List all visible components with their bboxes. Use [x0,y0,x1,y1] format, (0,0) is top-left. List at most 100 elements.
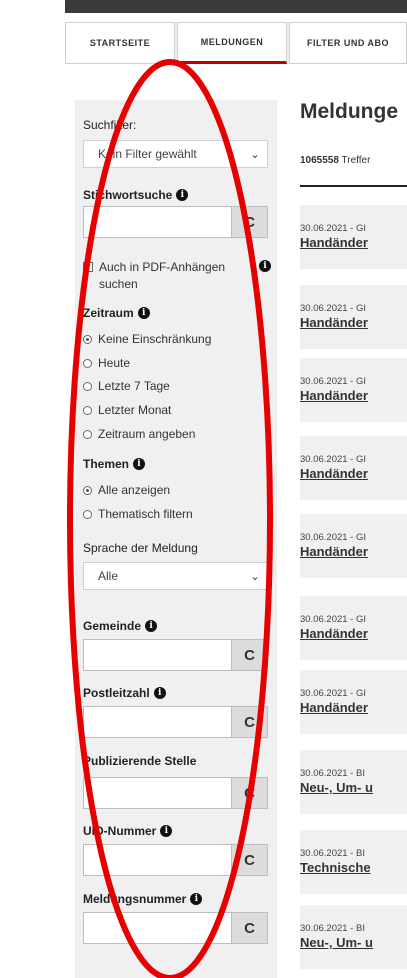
pdf-attachments-label: Auch in PDF-Anhängen [99,260,226,274]
reset-button[interactable]: C [232,206,268,238]
result-card[interactable]: 30.06.2021 - GI Handänder [300,670,407,734]
radio-icon[interactable] [83,509,92,519]
msgnr-heading: Meldungsnummer i [83,892,203,906]
result-date: 30.06.2021 - GI [300,688,367,699]
result-card[interactable]: 30.06.2021 - BI Neu-, Um- u [300,905,407,969]
radio-icon[interactable] [83,358,92,368]
reset-button[interactable]: C [232,706,268,738]
result-title-link[interactable]: Handänder [300,700,368,715]
top-bar [65,0,407,13]
result-title-link[interactable]: Handänder [300,466,368,481]
result-date: 30.06.2021 - GI [300,614,367,625]
option-label: Zeitraum angeben [98,427,196,441]
themen-label: Themen [83,457,130,471]
option-label: Letzter Monat [98,403,172,417]
result-date: 30.06.2021 - BI [300,848,365,859]
info-icon[interactable]: i [133,458,146,470]
hits-count: 1065558 [300,155,339,166]
plz-heading: Postleitzahl i [83,686,166,700]
result-title-link[interactable]: Neu-, Um- u [300,935,373,950]
info-icon[interactable]: i [145,620,158,632]
reset-button[interactable]: C [232,844,268,876]
option-label: Heute [98,356,131,370]
result-title-link[interactable]: Handänder [300,235,368,250]
keyword-search-input[interactable] [83,206,232,238]
info-icon[interactable]: i [153,687,166,699]
result-title-link[interactable]: Handänder [300,544,368,559]
result-card[interactable]: 30.06.2021 - BI Technische [300,830,407,894]
result-card[interactable]: 30.06.2021 - GI Handänder [300,358,407,422]
zeitraum-option-monat[interactable]: Letzter Monat [83,403,171,417]
gemeinde-input[interactable] [83,639,232,671]
result-card[interactable]: 30.06.2021 - GI Handänder [300,514,407,578]
filter-sidebar: Suchfilter: Kein Filter gewählt ⌄ Stichw… [75,100,277,978]
result-date: 30.06.2021 - GI [300,376,367,387]
tab-meldungen[interactable]: MELDUNGEN [177,22,287,64]
radio-icon[interactable] [83,429,92,439]
uid-label: UID-Nummer [83,824,157,838]
radio-selected-icon[interactable] [83,485,92,495]
zeitraum-option-keine[interactable]: Keine Einschränkung [83,332,211,346]
radio-icon[interactable] [83,405,92,415]
info-icon[interactable]: i [190,893,203,905]
page-title: Meldunge [300,100,398,123]
reset-button[interactable]: C [232,912,268,944]
result-title-link[interactable]: Handänder [300,315,368,330]
zeitraum-option-heute[interactable]: Heute [83,356,130,370]
result-card[interactable]: 30.06.2021 - GI Handänder [300,596,407,660]
zeitraum-heading: Zeitraum i [83,306,150,320]
themen-option-alle[interactable]: Alle anzeigen [83,483,170,497]
info-icon[interactable]: i [176,189,189,201]
info-icon[interactable]: i [259,260,271,272]
uid-row: C [83,844,268,876]
gemeinde-label: Gemeinde [83,619,142,633]
uid-input[interactable] [83,844,232,876]
chevron-down-icon: ⌄ [250,148,260,161]
publisher-input[interactable] [83,777,232,809]
reset-button[interactable]: C [232,777,268,809]
search-filter-label: Suchfilter: [83,118,137,132]
msgnr-input[interactable] [83,912,232,944]
result-card[interactable]: 30.06.2021 - GI Handänder [300,205,407,269]
result-card[interactable]: 30.06.2021 - GI Handänder [300,285,407,349]
result-date: 30.06.2021 - GI [300,532,367,543]
msgnr-row: C [83,912,268,944]
plz-input[interactable] [83,706,232,738]
pdf-attachments-checkbox-row[interactable]: Auch in PDF-Anhängen [83,260,225,274]
main-tab-bar: STARTSEITE MELDUNGEN FILTER UND ABO [65,22,407,64]
zeitraum-option-angeben[interactable]: Zeitraum angeben [83,427,195,441]
info-icon[interactable]: i [160,825,173,837]
reset-button[interactable]: C [232,639,268,671]
uid-heading: UID-Nummer i [83,824,173,838]
tab-filter-und-abo[interactable]: FILTER UND ABO [289,22,407,64]
gemeinde-row: C [83,639,268,671]
result-title-link[interactable]: Neu-, Um- u [300,780,373,795]
result-date: 30.06.2021 - GI [300,223,367,234]
tab-startseite[interactable]: STARTSEITE [65,22,175,64]
keyword-search-label: Stichwortsuche [83,188,173,202]
option-label: Letzte 7 Tage [98,379,170,393]
result-title-link[interactable]: Technische [300,860,371,875]
radio-selected-icon[interactable] [83,334,92,344]
language-label: Sprache der Meldung [83,541,198,555]
result-date: 30.06.2021 - BI [300,768,365,779]
result-title-link[interactable]: Handänder [300,626,368,641]
option-label: Thematisch filtern [98,507,193,521]
pdf-attachments-checkbox[interactable] [83,262,93,272]
option-label: Alle anzeigen [98,483,171,497]
language-select[interactable]: Alle ⌄ [83,562,268,590]
result-title-link[interactable]: Handänder [300,388,368,403]
result-card[interactable]: 30.06.2021 - GI Handänder [300,436,407,500]
result-card[interactable]: 30.06.2021 - BI Neu-, Um- u [300,750,407,814]
keyword-search-row: C [83,206,268,238]
language-select-value: Alle [98,569,119,583]
zeitraum-option-7-tage[interactable]: Letzte 7 Tage [83,379,170,393]
radio-icon[interactable] [83,381,92,391]
pdf-attachments-label-line2: suchen [99,277,138,291]
publisher-row: C [83,777,268,809]
themen-option-thematisch[interactable]: Thematisch filtern [83,507,193,521]
info-icon[interactable]: i [137,307,150,319]
filter-select-value: Kein Filter gewählt [98,147,197,161]
plz-row: C [83,706,268,738]
filter-select[interactable]: Kein Filter gewählt ⌄ [83,140,268,168]
